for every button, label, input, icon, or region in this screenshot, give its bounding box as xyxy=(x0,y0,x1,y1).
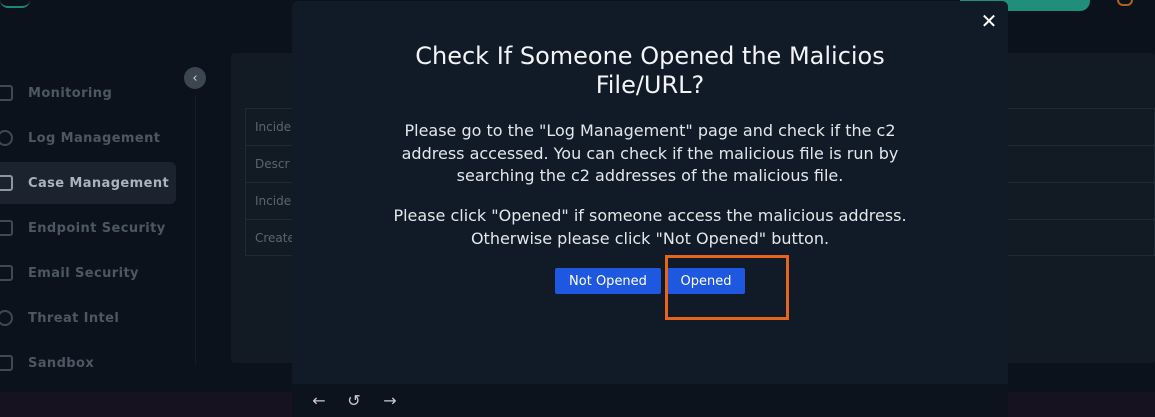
modal-title: Check If Someone Opened the Malicios Fil… xyxy=(415,42,885,99)
sidebar-item-label: Sandbox xyxy=(28,355,95,371)
sidebar-item-label: Email Security xyxy=(28,265,139,281)
server-icon xyxy=(0,220,13,236)
sidebar-item-label: Endpoint Security xyxy=(28,220,166,236)
arrow-right-icon[interactable]: → xyxy=(381,392,399,410)
sidebar-item-threat-intel[interactable]: Threat Intel xyxy=(0,297,176,339)
arrow-left-icon[interactable]: ← xyxy=(310,392,328,410)
cube-icon xyxy=(0,355,13,371)
not-opened-button[interactable]: Not Opened xyxy=(555,268,661,294)
mail-icon xyxy=(0,265,13,281)
sidebar-item-label: Case Management xyxy=(28,175,170,191)
sidebar-item-sandbox[interactable]: Sandbox xyxy=(0,342,176,384)
sidebar-item-endpoint-security[interactable]: Endpoint Security xyxy=(0,207,176,249)
lifebuoy-icon xyxy=(0,310,13,326)
sidebar-item-case-management[interactable]: Case Management xyxy=(0,162,176,204)
collapse-sidebar-button[interactable]: ‹ xyxy=(184,67,206,89)
highlight-box xyxy=(665,255,789,320)
sidebar-item-label: Monitoring xyxy=(28,85,113,101)
logo xyxy=(0,0,30,8)
modal-question: Please click "Opened" if someone access … xyxy=(393,206,907,248)
modal-footer xyxy=(292,384,1008,417)
sidebar-item-label: Threat Intel xyxy=(28,310,120,326)
sidebar-item-label: Log Management xyxy=(28,130,161,146)
layers-icon xyxy=(0,175,13,191)
modal-instructions: Please go to the "Log Management" page a… xyxy=(401,121,899,185)
sidebar-item-log-management[interactable]: Log Management xyxy=(0,117,176,159)
close-icon[interactable]: ✕ xyxy=(978,10,1000,32)
monitor-icon xyxy=(0,85,13,101)
chevron-left-icon: ‹ xyxy=(192,70,198,86)
sidebar-item-monitoring[interactable]: Monitoring xyxy=(0,72,176,114)
search-icon xyxy=(0,130,13,146)
user-avatar[interactable] xyxy=(1117,0,1133,6)
refresh-icon[interactable]: ↺ xyxy=(345,392,363,410)
sidebar-divider xyxy=(195,95,196,365)
sidebar-item-email-security[interactable]: Email Security xyxy=(0,252,176,294)
